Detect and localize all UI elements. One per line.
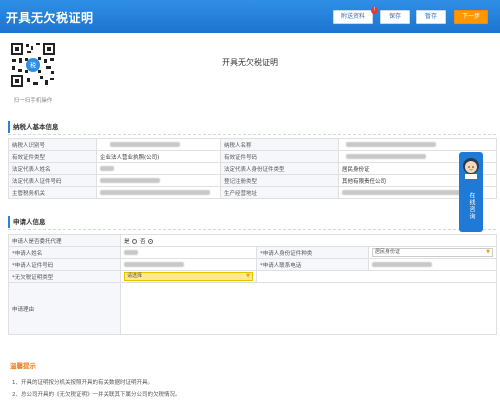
applicant-phone-field[interactable] <box>367 258 498 271</box>
qr-code-icon: 税 <box>10 42 56 88</box>
taxpayer-section-title: 纳税人基本信息 <box>8 121 59 133</box>
legal-rep-id-type-label: 法定代表人身份证件类型 <box>220 162 339 175</box>
applicant-section-title: 申请人信息 <box>8 216 46 228</box>
tip-item: 2、总公司开具的《无欠税证明》一并关联其下属分公司的欠税情况。 <box>12 392 181 398</box>
agent-delegation-label: 申请人是否委托代理 <box>8 234 121 247</box>
taxpayer-id-value <box>96 138 221 151</box>
attachments-badge: ! <box>371 7 378 14</box>
agent-yes-label: 是 <box>124 238 130 245</box>
applicant-id-type-select[interactable]: 居民身份证 ▼ <box>372 248 494 257</box>
cert-type-label: 有效证件类型 <box>8 150 97 163</box>
agent-no-label: 否 <box>140 238 146 245</box>
document-title: 开具无欠税证明 <box>222 58 278 67</box>
cert-kind-select[interactable]: 请选择 ▼ <box>124 272 253 281</box>
table-row: *申请人证件号码 *申请人联系电话 <box>8 258 498 271</box>
table-row: 有效证件类型 企业法人营业执照(公司) 有效证件号码 <box>8 150 497 163</box>
agent-yes-radio[interactable] <box>132 238 138 244</box>
attachments-button[interactable]: 附送资料 <box>333 10 373 24</box>
tax-authority-label: 主管税务机关 <box>8 186 97 199</box>
legal-rep-name-label: 法定代表人姓名 <box>8 162 97 175</box>
agent-no-radio[interactable] <box>148 238 154 244</box>
table-row: *无欠税证明类型 请选择 ▼ <box>8 270 498 283</box>
applicant-id-number-label: *申请人证件号码 <box>8 258 121 271</box>
applicant-name-label: *申请人姓名 <box>8 246 121 259</box>
section-divider <box>8 134 496 135</box>
applicant-name-field[interactable] <box>120 246 257 259</box>
taxpayer-id-label: 纳税人识别号 <box>8 138 97 151</box>
table-row: 法定代表人姓名 法定代表人身份证件类型 居民身份证 <box>8 162 497 175</box>
table-row: 纳税人识别号 纳税人名称 <box>8 138 497 151</box>
table-row: 法定代表人证件号码 登记注册类型 其他有限责任公司 <box>8 174 497 187</box>
reason-textarea[interactable] <box>119 282 498 335</box>
legal-rep-id-number-value <box>96 174 221 187</box>
cert-type-value: 企业法人营业执照(公司) <box>96 150 221 163</box>
applicant-id-type-label: *申请人身份证件种类 <box>256 246 369 259</box>
section-divider <box>8 229 496 230</box>
applicant-info-table: 申请人是否委托代理 是 否 *申请人姓名 *申请人身份证件种类 居民身份证 ▼ *… <box>8 234 498 335</box>
save-button[interactable]: 保存 <box>380 10 410 24</box>
taxpayer-info-table: 纳税人识别号 纳税人名称 有效证件类型 企业法人营业执照(公司) 有效证件号码 … <box>8 138 497 199</box>
taxpayer-name-value <box>338 138 497 151</box>
registration-type-label: 登记注册类型 <box>220 174 339 187</box>
svg-text:税: 税 <box>30 62 36 70</box>
draft-button[interactable]: 暂存 <box>416 10 446 24</box>
table-row: 主管税务机关 生产经营地址 <box>8 186 497 199</box>
applicant-id-type-cell: 居民身份证 ▼ <box>367 246 498 259</box>
page-title: 开具无欠税证明 <box>6 11 94 25</box>
applicant-phone-label: *申请人联系电话 <box>256 258 369 271</box>
legal-rep-name-value <box>96 162 221 175</box>
tip-item: 1、开具的证明按分机关按照开具的有关数据时证明开具。 <box>12 380 154 386</box>
customer-service-avatar-icon <box>463 158 479 179</box>
online-consult-label: 在线咨询 <box>468 192 475 220</box>
chevron-down-icon: ▼ <box>246 273 250 279</box>
table-row: 申请人是否委托代理 是 否 <box>8 234 498 247</box>
agent-delegation-radio-group: 是 否 <box>119 234 498 247</box>
table-row: *申请人姓名 *申请人身份证件种类 居民身份证 ▼ <box>8 246 498 259</box>
business-address-label: 生产经营地址 <box>220 186 339 199</box>
cert-kind-label: *无欠税证明类型 <box>8 270 121 283</box>
legal-rep-id-number-label: 法定代表人证件号码 <box>8 174 97 187</box>
tips-title: 温馨提示 <box>10 362 36 370</box>
table-row: 申请理由 <box>8 282 498 335</box>
next-button[interactable]: 下一步 <box>454 10 488 24</box>
applicant-id-number-field[interactable] <box>120 258 257 271</box>
cert-number-label: 有效证件号码 <box>220 150 339 163</box>
tax-authority-value <box>96 186 221 199</box>
cert-kind-cell: 请选择 ▼ <box>120 270 257 283</box>
qr-caption: 扫一扫手机操作 <box>13 98 53 104</box>
page-header: 开具无欠税证明 附送资料 ! 保存 暂存 下一步 <box>0 0 500 33</box>
taxpayer-name-label: 纳税人名称 <box>220 138 339 151</box>
chevron-down-icon: ▼ <box>486 249 491 255</box>
reason-label: 申请理由 <box>8 282 121 335</box>
online-consult-widget[interactable]: 在线咨询 <box>459 152 483 232</box>
empty-cell <box>255 270 498 283</box>
